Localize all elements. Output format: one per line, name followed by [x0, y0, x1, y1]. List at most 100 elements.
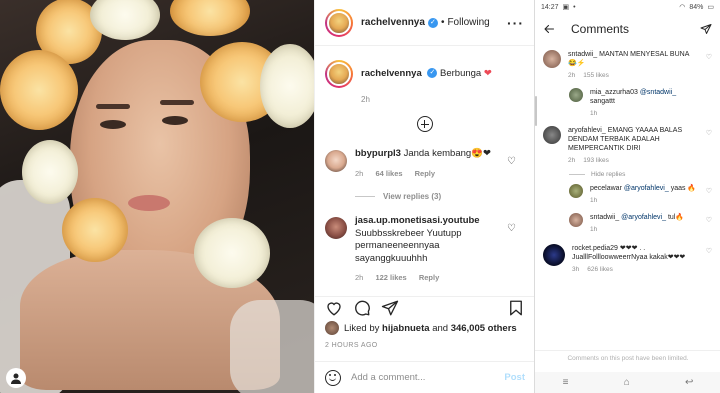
battery-percent: 84%: [689, 3, 704, 11]
view-replies-button[interactable]: View replies (3): [355, 192, 534, 201]
caption-avatar[interactable]: [325, 60, 353, 88]
m-comment-item: sntadwii_ MANTAN MENYESAL BUNA 😂⚡ 2h 155 …: [535, 50, 720, 80]
status-bar: 14:27 ▣ • ◠ 84% ▭: [535, 0, 720, 14]
comment-likes[interactable]: 155 likes: [583, 72, 609, 79]
commenter-avatar[interactable]: [569, 184, 583, 198]
author-avatar[interactable]: [325, 8, 353, 37]
comment-item: bbypurpl3 Janda kembang😍❤ 2h 64 likes Re…: [315, 148, 534, 180]
bookmark-icon[interactable]: [507, 299, 525, 317]
comments-limited-notice: Comments on this post have been limited.: [535, 350, 720, 370]
comment-time: 1h: [590, 197, 598, 204]
load-more-comments-icon[interactable]: [416, 116, 433, 132]
image-notification-icon: ▣: [562, 4, 570, 11]
comment-likes[interactable]: 626 likes: [587, 266, 613, 273]
liked-by-suffix: and: [432, 322, 449, 334]
comment-bubble-icon[interactable]: [353, 299, 371, 317]
like-heart-icon[interactable]: [325, 299, 343, 317]
comment-text: tul🔥: [667, 214, 685, 221]
commenter-username[interactable]: pecelawar: [590, 185, 622, 192]
home-nav-icon[interactable]: ⌂: [624, 377, 630, 388]
liker-avatar[interactable]: [325, 321, 339, 335]
commenter-avatar[interactable]: [543, 126, 561, 144]
reply-mention[interactable]: @aryofahlevi_: [624, 185, 669, 192]
commenter-avatar[interactable]: [543, 50, 561, 68]
commenter-avatar[interactable]: [543, 244, 565, 266]
like-comment-heart-icon[interactable]: ♡: [507, 156, 516, 167]
reply-mention[interactable]: @sntadwii_: [640, 89, 676, 96]
photo-eye: [162, 116, 188, 125]
liked-by-prefix: Liked by: [344, 322, 380, 334]
post-photo[interactable]: [0, 0, 314, 393]
back-nav-icon[interactable]: ↩: [685, 377, 693, 388]
reply-mention[interactable]: @aryofahlevi_: [621, 214, 666, 221]
action-bar: [315, 296, 535, 318]
comment-time: 1h: [590, 110, 598, 117]
emoji-smile-icon[interactable]: [325, 369, 341, 386]
comments-title: Comments: [571, 22, 630, 36]
reply-button[interactable]: Reply: [419, 273, 439, 282]
likes-summary: Liked by hijabnueta and 346,005 others: [325, 321, 517, 335]
rose-flower: [62, 198, 128, 262]
add-comment-input[interactable]: [351, 372, 505, 383]
like-comment-heart-icon[interactable]: ♡: [706, 129, 712, 137]
add-comment-bar: Post: [315, 361, 535, 393]
rose-flower: [260, 44, 314, 128]
comment-likes[interactable]: 64 likes: [375, 169, 402, 178]
comment-text: yaas 🔥: [670, 185, 697, 192]
following-button[interactable]: Following: [447, 17, 489, 28]
caption: rachelvennya ✓ Berbunga ❤: [315, 46, 534, 88]
verified-badge-icon: ✓: [427, 17, 438, 28]
commenter-avatar[interactable]: [325, 217, 347, 239]
back-arrow-icon[interactable]: [543, 23, 555, 35]
commenter-avatar[interactable]: [569, 88, 583, 102]
photo-brow: [160, 100, 194, 105]
caption-time: 2h: [361, 95, 370, 104]
hide-replies-button[interactable]: Hide replies: [569, 171, 720, 178]
comments-list: sntadwii_ MANTAN MENYESAL BUNA 😂⚡ 2h 155 …: [535, 44, 720, 274]
like-comment-heart-icon[interactable]: ♡: [706, 187, 712, 195]
caption-username[interactable]: rachelvennya: [361, 68, 422, 79]
rose-flower: [170, 0, 250, 36]
commenter-username[interactable]: mia_azzurha03: [590, 89, 638, 96]
commenter-avatar[interactable]: [569, 213, 583, 227]
status-time: 14:27: [541, 3, 559, 11]
m-comment-item: aryofahlevi_ EMANG YAAAA BALAS DENDAM TE…: [535, 126, 720, 165]
reply-button[interactable]: Reply: [415, 169, 435, 178]
like-comment-heart-icon[interactable]: ♡: [706, 53, 712, 61]
rose-flower: [22, 140, 78, 204]
comment-time: 1h: [590, 226, 598, 233]
commenter-avatar[interactable]: [325, 150, 347, 172]
more-options-icon[interactable]: ···: [507, 15, 524, 31]
rose-flower: [194, 218, 270, 288]
photo-lips: [128, 195, 170, 211]
dot-separator: •: [440, 17, 445, 28]
like-comment-heart-icon[interactable]: ♡: [507, 223, 516, 234]
like-comment-heart-icon[interactable]: ♡: [706, 247, 712, 255]
post-comment-button[interactable]: Post: [504, 372, 525, 383]
liked-by-count[interactable]: 346,005 others: [451, 323, 517, 334]
comment-likes[interactable]: 193 likes: [583, 157, 609, 164]
battery-icon: ▭: [707, 4, 714, 11]
post-header: rachelvennya ✓ • Following ···: [315, 0, 534, 46]
verified-badge-icon: ✓: [427, 68, 438, 79]
m-reply-item: mia_azzurha03 @sntadwii_ sangattt 1h: [535, 88, 720, 118]
commenter-username[interactable]: jasa.up.monetisasi.youtube: [355, 215, 480, 226]
menu-nav-icon[interactable]: ≡: [563, 377, 569, 388]
tagged-user-icon[interactable]: [6, 368, 26, 388]
comment-text: Janda kembang😍❤: [403, 148, 491, 159]
comments-header: Comments: [535, 14, 720, 44]
commenter-username[interactable]: rocket.pedia29: [572, 245, 618, 252]
comment-likes[interactable]: 122 likes: [375, 273, 406, 282]
liked-by-user[interactable]: hijabnueta: [382, 323, 430, 334]
commenter-username[interactable]: aryofahlevi_: [568, 127, 606, 134]
comment-time: 2h: [355, 168, 364, 178]
commenter-username[interactable]: sntadwii_: [590, 214, 619, 221]
photo-eye: [100, 120, 126, 129]
share-send-icon[interactable]: [381, 299, 399, 317]
comment-time: 2h: [568, 157, 576, 164]
direct-send-icon[interactable]: [700, 23, 712, 35]
author-username[interactable]: rachelvennya: [361, 17, 425, 28]
commenter-username[interactable]: sntadwii_: [568, 51, 597, 58]
commenter-username[interactable]: bbypurpl3: [355, 148, 401, 159]
like-comment-heart-icon[interactable]: ♡: [706, 216, 712, 224]
